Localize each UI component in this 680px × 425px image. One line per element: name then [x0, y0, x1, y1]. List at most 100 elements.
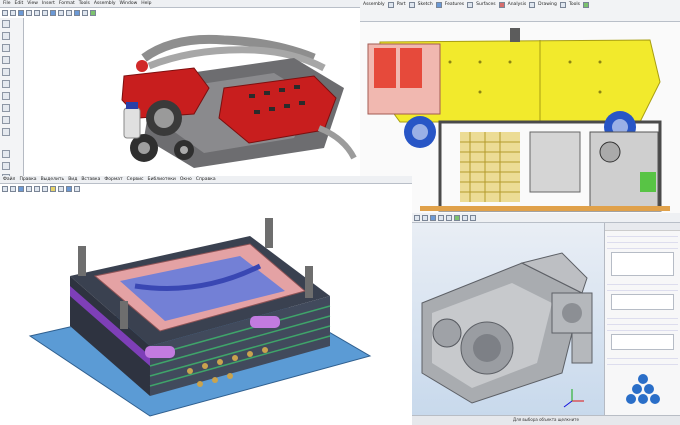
tb-icon-5[interactable] [446, 214, 452, 221]
menu-service-ru[interactable]: Сервис [126, 177, 145, 182]
ribbon-bar: Assembly Part Sketch Features Surfaces A… [360, 0, 680, 22]
undo-icon[interactable] [34, 10, 40, 16]
preview-box-2 [611, 294, 674, 310]
ribbon-assembly[interactable]: Assembly [362, 2, 386, 7]
menu-help-ru[interactable]: Справка [195, 177, 217, 182]
ribbon-icon-6[interactable] [529, 2, 536, 8]
fillet-tool-icon[interactable] [2, 104, 10, 112]
tb-icon-4[interactable] [438, 214, 444, 221]
zoom-icon[interactable] [66, 10, 72, 16]
tb-icon-6[interactable] [454, 214, 460, 221]
window-engine-cad: File Edit View Insert Format Tools Assem… [0, 0, 360, 176]
ribbon-analysis[interactable]: Analysis [507, 2, 528, 7]
hole-tool-icon[interactable] [2, 128, 10, 136]
menu-assembly[interactable]: Assembly [93, 1, 117, 6]
zoom-all-icon[interactable] [58, 186, 64, 192]
balls-logo-icon [626, 374, 660, 404]
save-icon[interactable] [18, 10, 24, 16]
pan-icon[interactable] [58, 10, 64, 16]
cut-icon[interactable] [26, 186, 32, 192]
line-tool-icon[interactable] [2, 32, 10, 40]
tb-icon-2[interactable] [422, 214, 428, 221]
new-icon[interactable] [2, 10, 8, 16]
copy-icon[interactable] [34, 186, 40, 192]
window-mold-cad: Файл Правка Выделить Вид Вставка Формат … [0, 176, 412, 425]
zoom-window-icon[interactable] [50, 186, 56, 192]
ribbon-part[interactable]: Part [396, 2, 407, 7]
new-icon[interactable] [2, 186, 8, 192]
save-icon[interactable] [18, 186, 24, 192]
menu-file[interactable]: File [2, 1, 12, 6]
chamfer-tool-icon[interactable] [2, 116, 10, 124]
ribbon-icon-2[interactable] [408, 2, 415, 8]
property-panel [604, 223, 680, 415]
orient-icon[interactable] [66, 186, 72, 192]
measure-tool-icon[interactable] [2, 150, 10, 158]
gearbox-viewport[interactable] [412, 223, 604, 415]
ribbon-icon-5[interactable] [498, 2, 505, 8]
render-mode-icon[interactable] [74, 186, 80, 192]
ribbon-icon-3[interactable] [435, 2, 442, 8]
shade-icon[interactable] [82, 10, 88, 16]
menu-tools[interactable]: Tools [78, 1, 91, 6]
gearbox-model-render [421, 252, 593, 408]
menu-bar: File Edit View Insert Format Tools Assem… [0, 0, 360, 8]
tb-icon-1[interactable] [414, 214, 420, 221]
ribbon-features[interactable]: Features [444, 2, 465, 7]
menu-format[interactable]: Format [58, 1, 76, 6]
ribbon-icon-7[interactable] [559, 2, 566, 8]
open-icon[interactable] [10, 186, 16, 192]
redo-icon[interactable] [42, 10, 48, 16]
mold-viewport[interactable] [0, 206, 412, 425]
menu-bar-ru: Файл Правка Выделить Вид Вставка Формат … [0, 176, 412, 184]
wireframe-icon[interactable] [90, 10, 96, 16]
rotate-icon[interactable] [50, 10, 56, 16]
paste-icon[interactable] [42, 186, 48, 192]
menu-file-ru[interactable]: Файл [2, 177, 16, 182]
menu-window[interactable]: Window [119, 1, 139, 6]
open-icon[interactable] [10, 10, 16, 16]
menu-insert[interactable]: Insert [41, 1, 56, 6]
menu-window-ru[interactable]: Окно [179, 177, 193, 182]
menu-view[interactable]: View [26, 1, 39, 6]
ribbon-tools[interactable]: Tools [568, 2, 581, 7]
tb-icon-7[interactable] [462, 214, 468, 221]
ribbon-sketch[interactable]: Sketch [417, 2, 434, 7]
ribbon-icon-1[interactable] [387, 2, 394, 8]
print-icon[interactable] [26, 10, 32, 16]
window-gearbox-cad: Для выбора объекта щелкните [412, 213, 680, 425]
ribbon-surfaces[interactable]: Surfaces [475, 2, 497, 7]
input-box-3[interactable] [611, 334, 674, 350]
tb-icon-8[interactable] [470, 214, 476, 221]
fit-view-icon[interactable] [74, 10, 80, 16]
revolve-tool-icon[interactable] [2, 92, 10, 100]
menu-libraries-ru[interactable]: Библиотеки [146, 177, 176, 182]
ribbon-icon-8[interactable] [582, 2, 589, 8]
panel-header [605, 223, 680, 231]
menu-insert-ru[interactable]: Вставка [80, 177, 101, 182]
mirror-tool-icon[interactable] [2, 162, 10, 170]
engine-model-render [121, 34, 357, 168]
select-tool-icon[interactable] [2, 20, 10, 28]
ribbon-drawing[interactable]: Drawing [537, 2, 558, 7]
ribbon-icon-4[interactable] [467, 2, 474, 8]
menu-view-ru[interactable]: Вид [67, 177, 78, 182]
menu-format-ru[interactable]: Формат [103, 177, 123, 182]
left-tool-palette [0, 18, 24, 176]
tb-icon-3[interactable] [430, 214, 436, 221]
menu-edit[interactable]: Edit [14, 1, 25, 6]
menu-select-ru[interactable]: Выделить [40, 177, 66, 182]
mold-model-render [28, 218, 372, 417]
top-toolbar [412, 213, 680, 223]
extrude-tool-icon[interactable] [2, 80, 10, 88]
toolbar-icons [0, 8, 210, 18]
rect-tool-icon[interactable] [2, 68, 10, 76]
menu-help[interactable]: Help [140, 1, 152, 6]
arc-tool-icon[interactable] [2, 44, 10, 52]
status-bar: Для выбора объекта щелкните [412, 415, 680, 425]
engine-viewport[interactable] [24, 18, 360, 176]
preview-box-1 [611, 252, 674, 276]
toolbar-icons-ru [0, 184, 200, 194]
circle-tool-icon[interactable] [2, 56, 10, 64]
menu-edit-ru[interactable]: Правка [18, 177, 37, 182]
